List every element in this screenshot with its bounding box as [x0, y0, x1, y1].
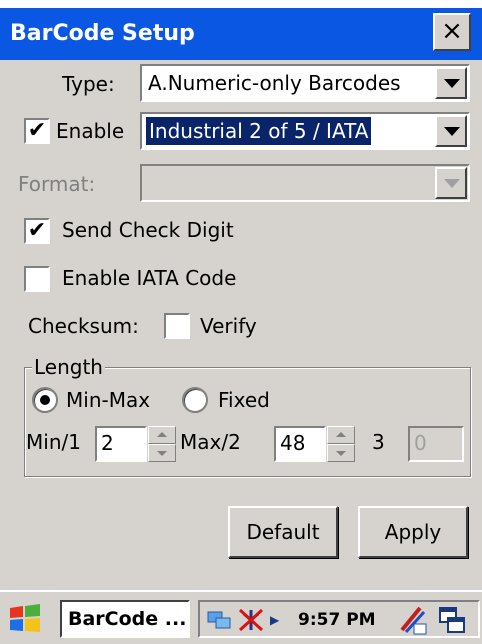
close-icon: ×: [441, 16, 463, 46]
input-panel-icon[interactable]: [396, 604, 428, 636]
play-arrow-icon: ▶: [270, 613, 280, 627]
type-select[interactable]: A.Numeric-only Barcodes: [140, 64, 470, 102]
window-title: BarCode Setup: [10, 21, 195, 46]
enable-iata-label: Enable IATA Code: [62, 266, 237, 290]
network-icon[interactable]: [206, 608, 232, 632]
spin-up-icon[interactable]: [327, 426, 355, 444]
format-select[interactable]: [140, 164, 470, 202]
signal-off-icon[interactable]: [236, 606, 266, 634]
max-spinner[interactable]: [327, 426, 355, 462]
chevron-down-icon: [444, 79, 460, 88]
taskbar-app-button[interactable]: BarCode ...: [60, 600, 190, 638]
start-windows-icon[interactable]: [8, 604, 42, 634]
fixed-label: Fixed: [218, 388, 270, 412]
apply-button[interactable]: Apply: [358, 506, 468, 558]
send-check-digit-checkbox[interactable]: ✔: [24, 218, 50, 244]
min-label: Min/1: [26, 430, 81, 454]
minmax-label: Min-Max: [66, 388, 151, 412]
format-dropdown-button[interactable]: [435, 167, 467, 199]
spin-up-icon[interactable]: [148, 426, 176, 444]
symbology-dropdown-button[interactable]: [435, 115, 467, 147]
symbology-select-value: Industrial 2 of 5 / IATA: [146, 117, 372, 145]
radio-selected-dot: [40, 395, 50, 405]
third-length-label: 3: [372, 430, 385, 454]
type-select-value: A.Numeric-only Barcodes: [148, 71, 401, 95]
verify-checkbox[interactable]: [164, 313, 190, 339]
min-spinner[interactable]: [148, 426, 176, 462]
length-groupbox: [24, 367, 471, 477]
system-tray: ▶ 9:57 PM: [198, 600, 480, 638]
checksum-label: Checksum:: [28, 314, 139, 338]
spin-down-icon[interactable]: [327, 444, 355, 462]
max-input[interactable]: 48: [274, 426, 326, 462]
title-bar: BarCode Setup ×: [0, 0, 482, 66]
length-group-title: Length: [32, 354, 105, 380]
chevron-down-icon: [444, 127, 460, 136]
default-button[interactable]: Default: [228, 506, 338, 558]
type-label: Type:: [62, 72, 115, 96]
max-label: Max/2: [180, 430, 241, 454]
type-dropdown-button[interactable]: [435, 67, 467, 99]
fixed-radio[interactable]: [182, 387, 208, 413]
clock[interactable]: 9:57 PM: [298, 604, 376, 636]
third-length-input[interactable]: 0: [408, 426, 464, 462]
enable-label: Enable: [56, 119, 125, 143]
minmax-radio[interactable]: [32, 387, 58, 413]
close-button[interactable]: ×: [433, 13, 471, 51]
enable-checkbox[interactable]: ✔: [24, 118, 50, 144]
min-input[interactable]: 2: [95, 426, 147, 462]
window-switch-icon[interactable]: [438, 606, 468, 634]
symbology-select[interactable]: Industrial 2 of 5 / IATA: [140, 112, 470, 150]
chevron-down-icon: [444, 179, 460, 188]
enable-iata-checkbox[interactable]: [24, 266, 50, 292]
spin-down-icon[interactable]: [148, 444, 176, 462]
verify-label: Verify: [200, 314, 257, 338]
taskbar: BarCode ... ▶ 9:57 PM: [0, 590, 482, 644]
send-check-digit-label: Send Check Digit: [62, 218, 234, 242]
format-label: Format:: [18, 172, 96, 196]
